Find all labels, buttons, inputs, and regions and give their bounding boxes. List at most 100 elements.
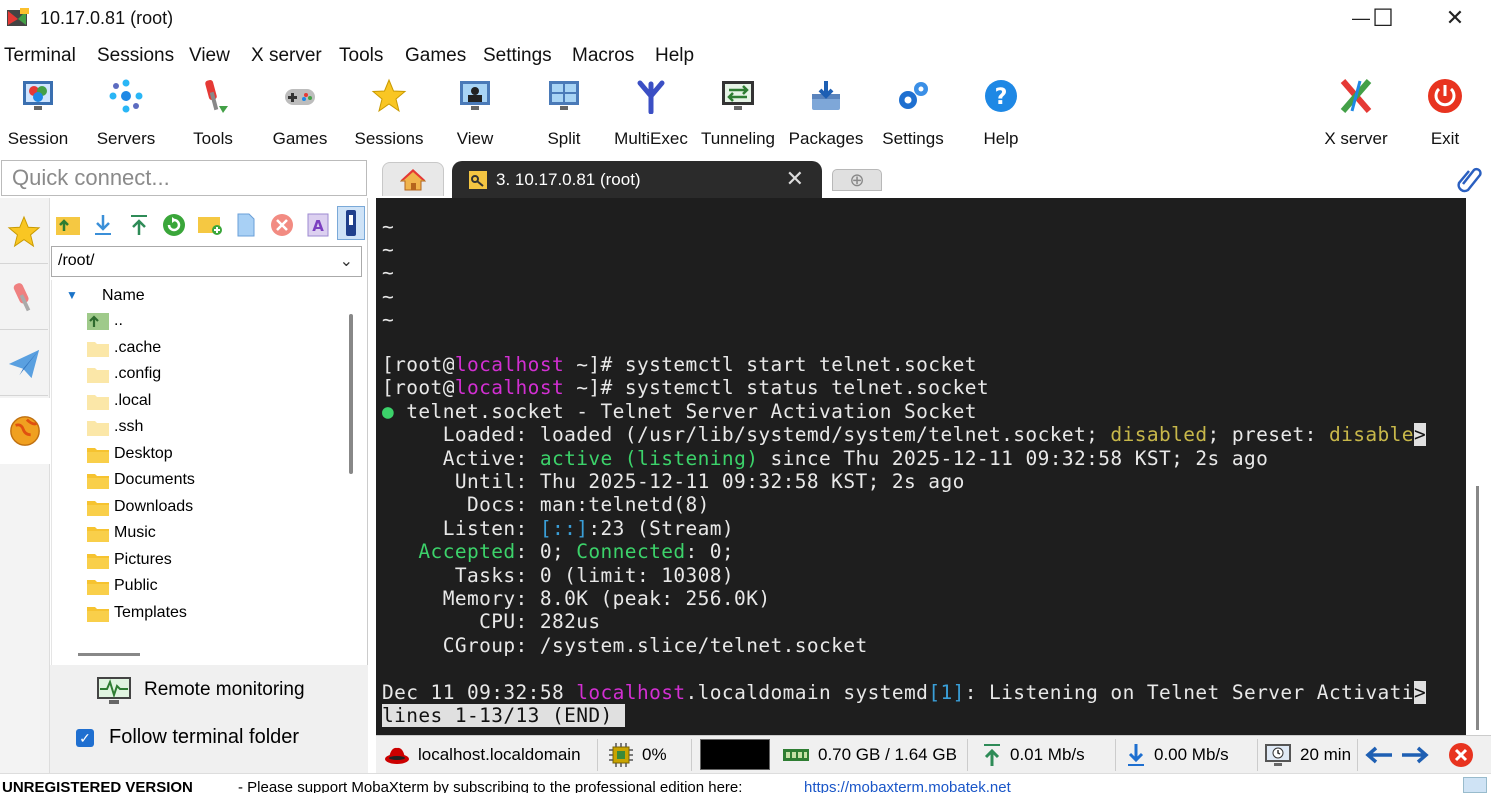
- paperclip-icon[interactable]: [1455, 164, 1483, 194]
- help-button[interactable]: ? Help: [961, 76, 1041, 154]
- rail-tools-button[interactable]: [0, 266, 48, 330]
- horizontal-scroll-thumb[interactable]: [78, 653, 140, 656]
- quick-connect-input[interactable]: [2, 161, 366, 195]
- terminal-view[interactable]: ~ ~ ~ ~ ~ [root@localhost ~]# systemctl …: [376, 198, 1466, 735]
- gamepad-icon: [285, 89, 315, 105]
- menu-sessions[interactable]: Sessions: [97, 45, 174, 67]
- file-row[interactable]: Desktop: [86, 441, 346, 467]
- menu-view[interactable]: View: [189, 45, 230, 67]
- file-name: Public: [114, 577, 158, 594]
- unregistered-message: - Please support MobaXterm by subscribin…: [238, 779, 743, 793]
- power-icon: [1428, 79, 1462, 113]
- arrow-right-icon[interactable]: [1400, 745, 1430, 765]
- file-row[interactable]: .config: [86, 361, 346, 387]
- file-row[interactable]: Documents: [86, 467, 346, 493]
- packages-button[interactable]: Packages: [786, 76, 866, 154]
- download-button[interactable]: [90, 212, 116, 238]
- terminal-line: ~: [382, 261, 395, 284]
- terminal-scroll-thumb[interactable]: [1476, 486, 1479, 730]
- status-memory-value: 0.70 GB / 1.64 GB: [818, 745, 957, 764]
- split-icon: [549, 81, 579, 110]
- upload-button[interactable]: [126, 212, 152, 238]
- file-row[interactable]: Music: [86, 520, 346, 546]
- file-row[interactable]: Templates: [86, 600, 346, 626]
- file-row[interactable]: .ssh: [86, 414, 346, 440]
- tools-button[interactable]: Tools: [173, 76, 253, 154]
- sessions-button[interactable]: Sessions: [349, 76, 429, 154]
- split-button[interactable]: Split: [524, 76, 604, 154]
- menu-macros[interactable]: Macros: [572, 45, 634, 67]
- new-tab-button[interactable]: ⊕: [832, 169, 882, 191]
- parent-folder-button[interactable]: [55, 212, 81, 238]
- follow-terminal-folder-checkbox[interactable]: ✓: [76, 729, 94, 747]
- file-name: Downloads: [114, 497, 194, 515]
- folder-icon: [87, 606, 109, 622]
- menu-help[interactable]: Help: [655, 45, 694, 67]
- file-row[interactable]: Downloads: [86, 494, 346, 520]
- rail-sftp-button[interactable]: [0, 398, 50, 464]
- rename-button[interactable]: A: [305, 212, 331, 238]
- menu-games[interactable]: Games: [405, 45, 466, 67]
- folder-up-icon: [56, 217, 80, 235]
- close-tab-icon[interactable]: ✕: [786, 166, 804, 192]
- file-name: Pictures: [114, 550, 172, 568]
- session-tab[interactable]: 3. 10.17.0.81 (root) ✕: [452, 161, 822, 198]
- view-button[interactable]: View: [435, 76, 515, 154]
- session-button[interactable]: Session: [0, 76, 78, 154]
- servers-button[interactable]: Servers: [86, 76, 166, 154]
- tunneling-button[interactable]: Tunneling: [698, 76, 778, 154]
- new-folder-button[interactable]: [197, 212, 223, 238]
- file-row[interactable]: Public: [86, 573, 346, 599]
- file-list-scroll-thumb[interactable]: [349, 314, 353, 474]
- menu-terminal[interactable]: Terminal: [4, 45, 76, 67]
- mobaxterm-link[interactable]: https://mobaxterm.mobatek.net: [804, 779, 1011, 793]
- arrow-left-icon[interactable]: [1364, 745, 1394, 765]
- close-session-button[interactable]: [1448, 739, 1484, 771]
- cpu-icon: [609, 743, 633, 767]
- rail-sessions-button[interactable]: [0, 200, 48, 264]
- hidden-folder-icon: [87, 394, 109, 410]
- path-value: /root/: [58, 252, 95, 269]
- window-title: 10.17.0.81 (root): [40, 8, 174, 28]
- file-row[interactable]: Pictures: [86, 547, 346, 573]
- close-circle-icon: [1449, 743, 1473, 767]
- banner-icon: [1463, 777, 1487, 793]
- file-row[interactable]: ..: [86, 308, 346, 334]
- tunneling-icon: [722, 81, 754, 110]
- new-file-button[interactable]: [233, 212, 259, 238]
- terminal-line: [root@localhost ~]# systemctl status tel…: [382, 376, 990, 399]
- file-row[interactable]: .local: [86, 388, 346, 414]
- multiexec-button[interactable]: MultiExec: [611, 76, 691, 154]
- close-window-button[interactable]: ✕: [1433, 4, 1477, 32]
- menu-tools[interactable]: Tools: [339, 45, 383, 67]
- file-list-scrollbar[interactable]: [348, 306, 356, 665]
- xserver-button[interactable]: X server: [1316, 76, 1396, 154]
- terminal-line: CPU: 282us: [382, 610, 601, 633]
- toggle-hidden-button[interactable]: [337, 206, 365, 240]
- delete-button[interactable]: [269, 212, 295, 238]
- new-file-icon: [237, 213, 255, 237]
- terminal-line: Active: active (listening) since Thu 202…: [382, 447, 1269, 470]
- maximize-button[interactable]: ☐: [1361, 4, 1405, 32]
- rail-macros-button[interactable]: [0, 332, 48, 396]
- path-dropdown[interactable]: /root/ ⌄: [51, 246, 362, 277]
- menu-xserver[interactable]: X server: [251, 45, 322, 67]
- follow-terminal-folder-option[interactable]: ✓ Follow terminal folder: [76, 726, 366, 754]
- rename-icon: A: [307, 213, 329, 237]
- home-tab[interactable]: [382, 162, 444, 196]
- terminal-scrollbar[interactable]: [1466, 198, 1491, 735]
- refresh-button[interactable]: [161, 212, 187, 238]
- file-row[interactable]: .cache: [86, 335, 346, 361]
- star-icon: [7, 215, 41, 247]
- chevron-down-icon: ⌄: [339, 253, 353, 270]
- menu-settings[interactable]: Settings: [483, 45, 552, 67]
- hidden-files-icon: [346, 210, 356, 236]
- folder-icon: [87, 580, 109, 595]
- multiexec-icon: [637, 80, 665, 114]
- file-list-header[interactable]: ▼ Name: [52, 286, 352, 308]
- games-button[interactable]: Games: [260, 76, 340, 154]
- terminal-line: Until: Thu 2025-12-11 09:32:58 KST; 2s a…: [382, 470, 965, 493]
- hidden-folder-icon: [87, 368, 109, 383]
- settings-button[interactable]: Settings: [873, 76, 953, 154]
- exit-button[interactable]: Exit: [1405, 76, 1485, 154]
